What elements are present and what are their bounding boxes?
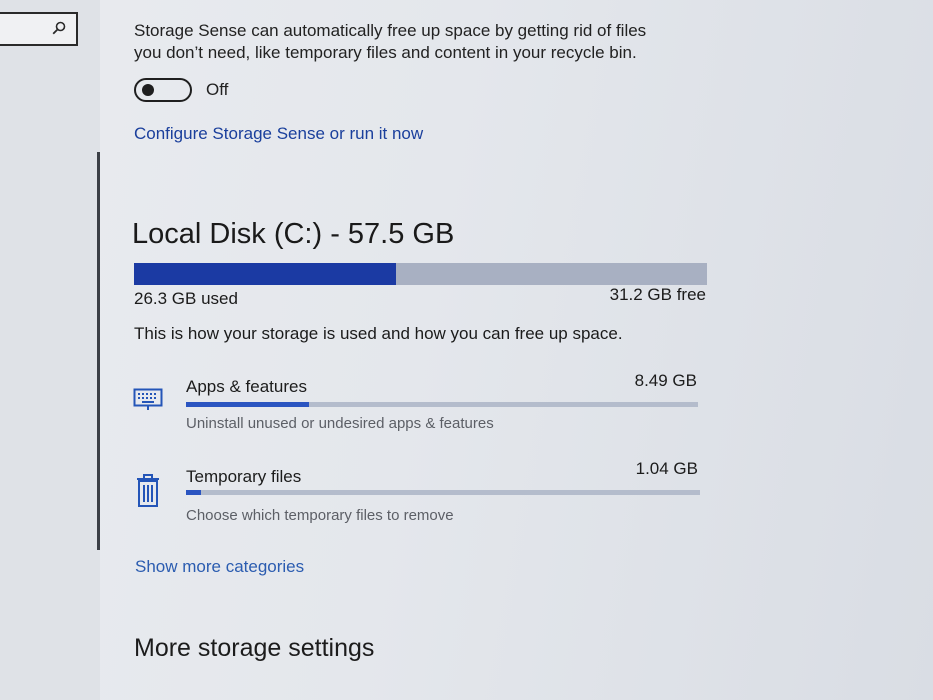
category-size: 1.04 GB <box>635 459 698 478</box>
category-usage-bar-fill <box>186 490 202 495</box>
disk-usage-bar-fill <box>134 263 396 285</box>
more-storage-settings-heading: More storage settings <box>134 634 375 662</box>
search-input[interactable] <box>0 12 78 46</box>
storage-sense-description-line2: you don’t need, like temporary files and… <box>134 43 637 62</box>
disk-usage-bar <box>134 263 707 285</box>
category-usage-bar <box>186 402 698 407</box>
navigation-pane <box>0 0 100 700</box>
disk-free-label: 31.2 GB free <box>609 285 706 304</box>
toggle-state-label: Off <box>206 80 229 99</box>
toggle-knob <box>142 84 154 96</box>
category-usage-bar <box>186 490 700 495</box>
keyboard-icon <box>133 388 163 410</box>
category-title: Apps & features <box>186 377 307 396</box>
disk-used-label: 26.3 GB used <box>134 289 238 308</box>
category-subtitle: Uninstall unused or undesired apps & fea… <box>186 415 494 432</box>
category-usage-bar-fill <box>186 402 309 407</box>
category-size: 8.49 GB <box>634 371 697 390</box>
show-more-categories-link[interactable]: Show more categories <box>135 557 304 577</box>
trash-icon <box>137 474 159 507</box>
storage-sense-toggle[interactable] <box>134 78 192 102</box>
usage-description: This is how your storage is used and how… <box>134 324 623 343</box>
search-icon[interactable] <box>52 21 66 35</box>
disk-title: Local Disk (C:) - 57.5 GB <box>132 218 455 250</box>
storage-sense-description-line1: Storage Sense can automatically free up … <box>134 21 647 40</box>
category-title: Temporary files <box>186 467 302 486</box>
category-subtitle: Choose which temporary files to remove <box>186 507 454 524</box>
storage-sense-description: Storage Sense can automatically free up … <box>134 20 646 64</box>
configure-storage-sense-link[interactable]: Configure Storage Sense or run it now <box>134 124 423 144</box>
nav-divider <box>97 152 100 550</box>
